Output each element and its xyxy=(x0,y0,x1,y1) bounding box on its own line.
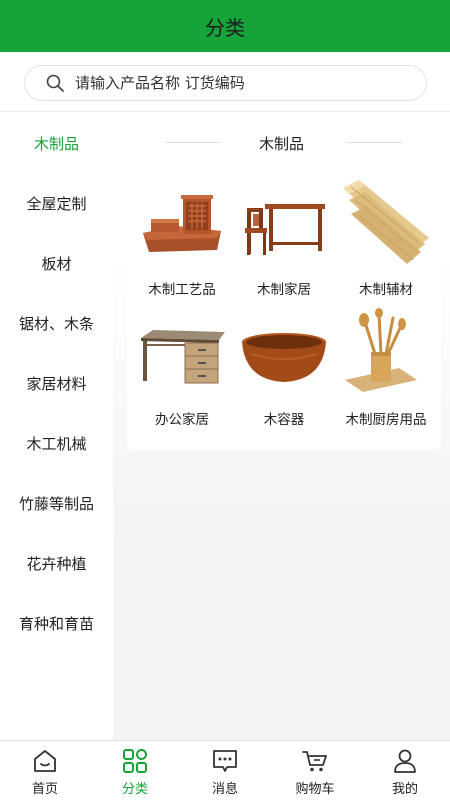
product-card: 木制工艺品 木制家居 木制辅材 办公家居 木容器 木制厨房用品 xyxy=(127,168,441,450)
product-label: 木制家居 xyxy=(257,282,311,298)
page-title: 分类 xyxy=(205,15,245,40)
tab-home[interactable]: 首页 xyxy=(0,741,90,800)
product-label: 木制厨房用品 xyxy=(345,412,427,428)
tab-label: 首页 xyxy=(31,782,58,797)
tab-label: 消息 xyxy=(211,782,238,797)
user-icon xyxy=(394,749,416,773)
product-wood-bowl[interactable]: 木容器 xyxy=(232,298,336,428)
sidebar-item-boards[interactable]: 板材 xyxy=(0,233,113,293)
sidebar-item-bamboo-rattan[interactable]: 竹藤等制品 xyxy=(0,473,113,533)
product-wood-planks[interactable]: 木制辅材 xyxy=(334,168,438,298)
sidebar-item-label: 木工机械 xyxy=(26,434,87,453)
tab-category[interactable]: 分类 xyxy=(90,741,180,800)
category-icon xyxy=(123,749,147,773)
section-divider-right xyxy=(346,142,402,143)
sidebar-item-label: 板材 xyxy=(41,254,72,273)
wood-furniture-image xyxy=(245,204,325,255)
app-header: 分类 xyxy=(0,0,450,52)
sidebar-item-home-materials[interactable]: 家居材料 xyxy=(0,353,113,413)
product-office-desk[interactable]: 办公家居 xyxy=(130,298,234,428)
category-sidebar: 木制品 全屋定制 板材 锯材、木条 家居材料 木工机械 竹藤等制品 花卉种植 育… xyxy=(0,113,113,740)
bottom-tab-bar: 首页 分类 消息 购物车 我的 xyxy=(0,740,450,800)
wood-bowl-image xyxy=(242,333,326,382)
tab-label: 我的 xyxy=(391,782,418,797)
product-label: 木容器 xyxy=(263,412,305,428)
search-bar xyxy=(0,52,450,112)
sidebar-item-sawn-timber[interactable]: 锯材、木条 xyxy=(0,293,113,353)
search-box[interactable] xyxy=(24,65,427,101)
sidebar-item-label: 全屋定制 xyxy=(26,194,87,213)
sidebar-item-woodworking-machinery[interactable]: 木工机械 xyxy=(0,413,113,473)
office-desk-image xyxy=(141,330,225,384)
sidebar-item-label: 育种和育苗 xyxy=(18,614,94,633)
sidebar-item-seedlings[interactable]: 育种和育苗 xyxy=(0,593,113,653)
sidebar-item-label: 家居材料 xyxy=(26,374,87,393)
tab-profile[interactable]: 我的 xyxy=(360,741,450,800)
kitchen-utensils-image xyxy=(345,308,417,392)
product-label: 木制辅材 xyxy=(359,282,413,298)
cart-icon xyxy=(302,751,327,772)
sidebar-item-label: 花卉种植 xyxy=(26,554,87,573)
search-input[interactable] xyxy=(75,74,395,92)
sidebar-item-label: 竹藤等制品 xyxy=(18,494,94,513)
sidebar-item-wood-products[interactable]: 木制品 xyxy=(0,113,113,173)
sidebar-item-flower-planting[interactable]: 花卉种植 xyxy=(0,533,113,593)
product-kitchen-utensils[interactable]: 木制厨房用品 xyxy=(334,298,438,428)
product-wood-craft[interactable]: 木制工艺品 xyxy=(130,168,234,298)
sidebar-item-label: 木制品 xyxy=(33,134,79,153)
product-label: 木制工艺品 xyxy=(148,282,216,298)
wood-planks-image xyxy=(343,180,429,264)
search-icon xyxy=(46,74,64,92)
tab-cart[interactable]: 购物车 xyxy=(270,741,360,800)
section-title: 木制品 xyxy=(258,134,304,153)
message-icon xyxy=(213,750,237,772)
category-content: 木制品 木制工艺品 木制家居 木制辅材 办公家居 木容器 木制厨房用品 xyxy=(113,113,450,740)
tab-label: 购物车 xyxy=(295,782,335,797)
tab-label: 分类 xyxy=(121,782,148,797)
wood-craft-image xyxy=(143,195,221,252)
sidebar-item-label: 锯材、木条 xyxy=(18,314,94,333)
product-label: 办公家居 xyxy=(155,412,209,428)
sidebar-item-custom-home[interactable]: 全屋定制 xyxy=(0,173,113,233)
tab-messages[interactable]: 消息 xyxy=(180,741,270,800)
home-icon xyxy=(34,750,56,772)
product-wood-furniture[interactable]: 木制家居 xyxy=(232,168,336,298)
